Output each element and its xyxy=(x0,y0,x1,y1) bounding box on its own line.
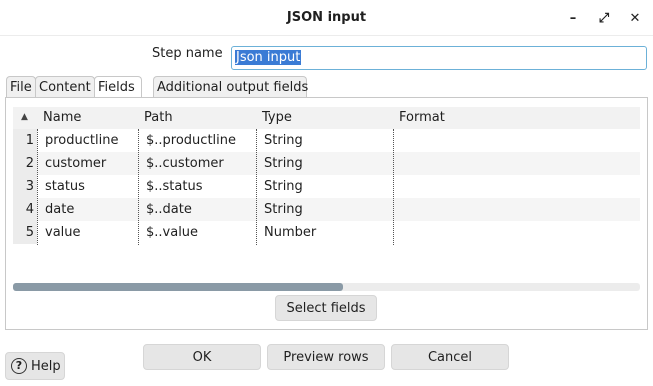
preview-rows-button[interactable]: Preview rows xyxy=(267,344,385,370)
cell-type[interactable]: String xyxy=(264,133,303,148)
cell-path[interactable]: $..date xyxy=(146,202,192,217)
cell-path[interactable]: $..productline xyxy=(146,133,236,148)
help-label: Help xyxy=(31,358,61,374)
minimize-icon[interactable]: – xyxy=(564,9,582,27)
row-number: 4 xyxy=(13,198,37,221)
ok-button[interactable]: OK xyxy=(143,344,261,370)
cell-name[interactable]: status xyxy=(45,179,85,194)
cell-name[interactable]: date xyxy=(45,202,74,217)
cell-type[interactable]: String xyxy=(264,179,303,194)
row-number: 1 xyxy=(13,129,37,152)
help-button[interactable]: ? Help xyxy=(5,352,65,380)
column-divider xyxy=(256,129,257,245)
column-header-path[interactable]: Path xyxy=(144,110,173,125)
tab-fields[interactable]: Fields xyxy=(94,76,142,99)
step-name-label: Step name xyxy=(152,46,223,61)
maximize-icon[interactable]: ⤢ xyxy=(595,9,613,27)
sort-ascending-icon[interactable]: ▲ xyxy=(21,112,28,122)
tab-file[interactable]: File xyxy=(6,76,36,98)
close-icon[interactable]: ✕ xyxy=(626,9,644,27)
tab-content[interactable]: Content xyxy=(35,76,95,98)
window-title: JSON input xyxy=(286,10,367,25)
fields-panel: ▲ Name Path Type Format 1 productline $.… xyxy=(5,97,648,330)
table-row[interactable]: 4 date $..date String xyxy=(13,198,640,221)
table-row[interactable]: 3 status $..status String xyxy=(13,175,640,198)
column-divider xyxy=(138,129,139,245)
horizontal-scrollbar[interactable] xyxy=(13,283,640,291)
title-bar: JSON input – ⤢ ✕ xyxy=(0,0,653,36)
cell-name[interactable]: productline xyxy=(45,133,118,148)
row-number: 3 xyxy=(13,175,37,198)
column-divider xyxy=(37,129,38,245)
cancel-button[interactable]: Cancel xyxy=(391,344,509,370)
cell-name[interactable]: value xyxy=(45,225,81,240)
cell-path[interactable]: $..customer xyxy=(146,156,224,171)
cell-path[interactable]: $..value xyxy=(146,225,198,240)
table-header: ▲ Name Path Type Format xyxy=(13,107,640,129)
column-header-type[interactable]: Type xyxy=(262,110,292,125)
cell-type[interactable]: String xyxy=(264,156,303,171)
step-name-input[interactable]: Json input xyxy=(231,46,647,70)
row-number: 5 xyxy=(13,221,37,244)
column-header-name[interactable]: Name xyxy=(43,110,81,125)
tab-additional-output-fields[interactable]: Additional output fields xyxy=(153,76,308,98)
step-name-value: Json input xyxy=(235,50,302,65)
select-fields-button[interactable]: Select fields xyxy=(275,295,377,321)
row-number: 2 xyxy=(13,152,37,175)
table-row[interactable]: 5 value $..value Number xyxy=(13,221,640,244)
table-row[interactable]: 2 customer $..customer String xyxy=(13,152,640,175)
cell-type[interactable]: String xyxy=(264,202,303,217)
column-header-format[interactable]: Format xyxy=(399,110,445,125)
cell-type[interactable]: Number xyxy=(264,225,316,240)
cell-name[interactable]: customer xyxy=(45,156,106,171)
table-row[interactable]: 1 productline $..productline String xyxy=(13,129,640,152)
cell-path[interactable]: $..status xyxy=(146,179,202,194)
column-divider xyxy=(393,129,394,245)
help-icon: ? xyxy=(11,358,27,374)
fields-table[interactable]: ▲ Name Path Type Format 1 productline $.… xyxy=(13,107,640,245)
scrollbar-thumb[interactable] xyxy=(13,283,343,291)
